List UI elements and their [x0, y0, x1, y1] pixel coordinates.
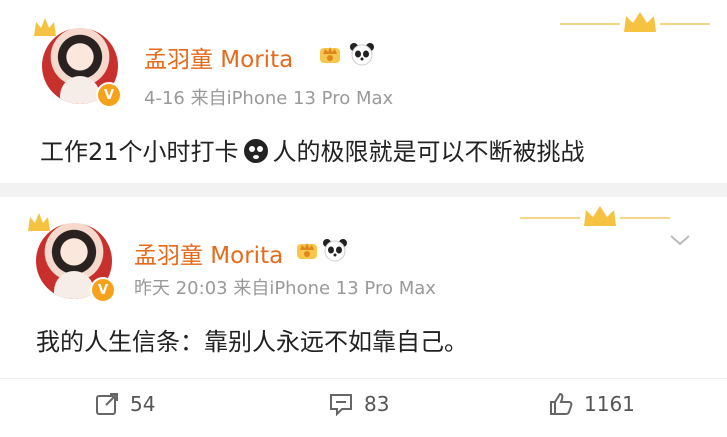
chevron-down-icon[interactable]: [668, 232, 692, 248]
post-separator: [0, 183, 727, 197]
like-button[interactable]: 1161: [548, 391, 635, 417]
author-name[interactable]: 孟羽童 Morita: [134, 236, 283, 270]
post-body: 我的人生信条：靠别人永远不如靠自己。: [36, 328, 468, 356]
like-count: 1161: [584, 392, 635, 416]
post-body-text: 工作21个小时打卡: [40, 138, 239, 166]
avatar[interactable]: V: [32, 16, 124, 112]
post-meta: 4-16 来自iPhone 13 Pro Max: [144, 88, 394, 109]
panda-emoji-icon: [323, 239, 347, 262]
repost-icon: [96, 393, 118, 415]
comment-button[interactable]: 83: [328, 391, 389, 417]
verified-badge-icon: V: [90, 277, 116, 303]
repost-button[interactable]: 54: [94, 391, 155, 417]
author-name[interactable]: 孟羽童 Morita: [144, 40, 293, 74]
panda-emoji-icon: [350, 43, 374, 66]
thumbs-up-icon: [550, 392, 573, 415]
crown-badge-icon[interactable]: [294, 238, 320, 262]
avatar[interactable]: V: [26, 211, 118, 307]
repost-count: 54: [130, 392, 156, 416]
post-body-text: 人的极限就是可以不断被挑战: [272, 138, 585, 166]
verified-badge-icon: V: [96, 82, 122, 108]
crown-badge-icon[interactable]: [317, 42, 343, 66]
avatar-crown-icon: [28, 213, 50, 231]
post-body: 工作21个小时打卡 人的极限就是可以不断被挑战: [40, 132, 585, 167]
post-meta: 昨天 20:03 来自iPhone 13 Pro Max: [134, 278, 436, 299]
comment-icon: [330, 394, 352, 417]
post-action-bar: 54 83 1161: [0, 378, 727, 429]
avatar-crown-icon: [34, 18, 56, 36]
crown-decoration-icon: [520, 206, 670, 226]
black-face-emoji-icon: [243, 139, 268, 163]
comment-count: 83: [364, 392, 390, 416]
crown-decoration-icon: [560, 12, 710, 32]
